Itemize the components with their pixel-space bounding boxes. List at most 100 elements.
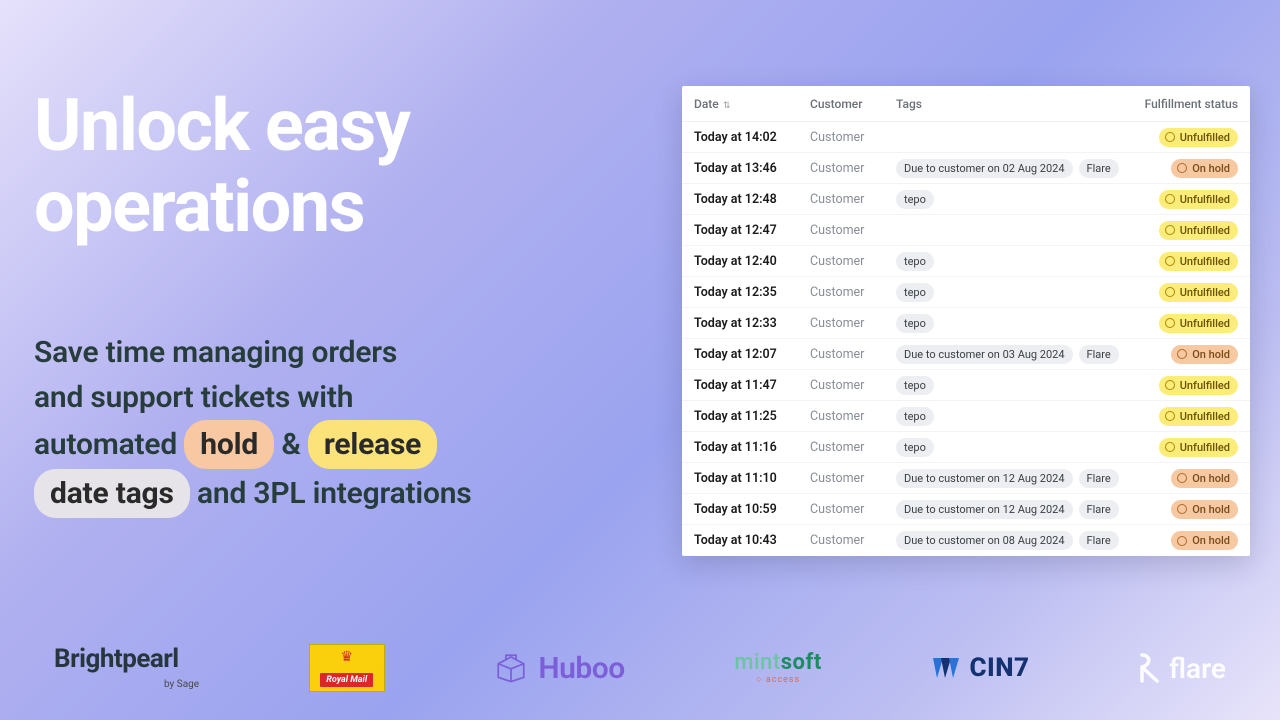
cell-date: Today at 10:59: [694, 502, 804, 517]
table-row[interactable]: Today at 12:48CustomertepoUnfulfilled: [682, 184, 1250, 215]
crown-icon: ♛: [340, 649, 353, 665]
cell-customer: Customer: [810, 161, 890, 176]
cell-customer: Customer: [810, 378, 890, 393]
cell-customer: Customer: [810, 502, 890, 517]
sub-text: Save time managing orders: [34, 335, 397, 370]
status-label: Unfulfilled: [1180, 131, 1230, 144]
status-label: On hold: [1192, 162, 1230, 175]
cell-tags: tepo: [896, 283, 1134, 302]
royal-mail-badge: ♛ Royal Mail: [309, 644, 385, 692]
status-label: On hold: [1192, 348, 1230, 361]
status-ring-icon: [1177, 536, 1187, 546]
status-badge: Unfulfilled: [1159, 314, 1238, 333]
cell-status: Unfulfilled: [1140, 128, 1238, 147]
cell-status: Unfulfilled: [1140, 190, 1238, 209]
cell-date: Today at 12:35: [694, 285, 804, 300]
cell-status: Unfulfilled: [1140, 376, 1238, 395]
logo-mintsoft: mintsoft ○ access: [734, 652, 821, 685]
col-header-date-label: Date: [694, 97, 719, 111]
tag-pill: Flare: [1079, 469, 1119, 488]
tag-pill: Due to customer on 08 Aug 2024: [896, 531, 1073, 550]
status-ring-icon: [1165, 411, 1175, 421]
tag-pill: Flare: [1079, 500, 1119, 519]
sort-icon[interactable]: ⇅: [719, 101, 731, 111]
status-ring-icon: [1165, 256, 1175, 266]
cell-tags: Due to customer on 08 Aug 2024Flare: [896, 531, 1134, 550]
status-label: Unfulfilled: [1180, 410, 1230, 423]
table-row[interactable]: Today at 11:25CustomertepoUnfulfilled: [682, 401, 1250, 432]
status-badge: Unfulfilled: [1159, 190, 1238, 209]
table-row[interactable]: Today at 10:59 Customer Due to customer on…: [682, 494, 1250, 525]
cell-date: Today at 12:47: [694, 223, 804, 238]
status-badge: Unfulfilled: [1159, 438, 1238, 457]
table-row[interactable]: Today at 12:47CustomerUnfulfilled: [682, 215, 1250, 246]
sub-text: and support tickets with: [34, 380, 353, 415]
huboo-wordmark: Huboo: [538, 651, 624, 686]
cell-date: Today at 11:10: [694, 471, 804, 486]
status-label: Unfulfilled: [1180, 224, 1230, 237]
brightpearl-wordmark: Brightpearl: [54, 646, 179, 672]
cell-status: Unfulfilled: [1140, 283, 1238, 302]
cell-date: Today at 11:47: [694, 378, 804, 393]
cell-status: Unfulfilled: [1140, 407, 1238, 426]
logo-flare: flare: [1139, 652, 1226, 685]
table-row[interactable]: Today at 11:16CustomertepoUnfulfilled: [682, 432, 1250, 463]
brightpearl-byline: by Sage: [54, 680, 199, 690]
tag-pill: Flare: [1079, 159, 1119, 178]
status-label: On hold: [1192, 534, 1230, 547]
table-row[interactable]: Today at 11:10 Customer Due to customer on…: [682, 463, 1250, 494]
sub-text: and 3PL integrations: [190, 476, 472, 511]
table-row[interactable]: Today at 11:47CustomertepoUnfulfilled: [682, 370, 1250, 401]
table-row[interactable]: Today at 12:33CustomertepoUnfulfilled: [682, 308, 1250, 339]
table-row[interactable]: Today at 12:35CustomertepoUnfulfilled: [682, 277, 1250, 308]
col-header-customer[interactable]: Customer: [810, 97, 890, 111]
cell-status: Unfulfilled: [1140, 221, 1238, 240]
tag-pill: Due to customer on 03 Aug 2024: [896, 345, 1073, 364]
col-header-date[interactable]: Date ⇅: [694, 97, 804, 111]
status-badge: Unfulfilled: [1159, 128, 1238, 147]
logo-royal-mail: ♛ Royal Mail: [309, 644, 385, 692]
col-header-status[interactable]: Fulfillment status: [1140, 97, 1238, 111]
cell-tags: tepo: [896, 314, 1134, 333]
cell-date: Today at 12:07: [694, 347, 804, 362]
table-row[interactable]: Today at 13:46CustomerDue to customer on…: [682, 153, 1250, 184]
cell-customer: Customer: [810, 130, 890, 145]
tag-pill: Due to customer on 12 Aug 2024: [896, 500, 1073, 519]
table-row[interactable]: Today at 12:07 Customer Due to customer on…: [682, 339, 1250, 370]
table-row[interactable]: Today at 14:02CustomerUnfulfilled: [682, 122, 1250, 153]
status-ring-icon: [1177, 504, 1187, 514]
status-badge: On hold: [1171, 531, 1238, 550]
cell-customer: Customer: [810, 471, 890, 486]
tag-pill: tepo: [896, 283, 934, 302]
status-badge: Unfulfilled: [1159, 376, 1238, 395]
status-label: Unfulfilled: [1180, 255, 1230, 268]
table-row[interactable]: Today at 10:43CustomerDue to customer on…: [682, 525, 1250, 556]
status-label: Unfulfilled: [1180, 441, 1230, 454]
status-label: Unfulfilled: [1180, 317, 1230, 330]
cell-status: Unfulfilled: [1140, 252, 1238, 271]
status-label: Unfulfilled: [1180, 193, 1230, 206]
tag-pill: tepo: [896, 407, 934, 426]
pill-release: release: [308, 420, 437, 469]
table-row[interactable]: Today at 12:40CustomertepoUnfulfilled: [682, 246, 1250, 277]
flare-wordmark: flare: [1169, 652, 1226, 685]
cin7-wordmark: CIN7: [969, 653, 1029, 683]
orders-table: Date ⇅ Customer Tags Fulfillment status …: [682, 86, 1250, 556]
status-ring-icon: [1165, 194, 1175, 204]
tag-pill: Due to customer on 02 Aug 2024: [896, 159, 1073, 178]
status-badge: Unfulfilled: [1159, 407, 1238, 426]
cell-date: Today at 12:48: [694, 192, 804, 207]
cin7-mark-icon: [931, 654, 961, 682]
status-badge: On hold: [1171, 469, 1238, 488]
cell-status: On hold: [1140, 469, 1238, 488]
col-header-tags[interactable]: Tags: [896, 97, 1134, 111]
status-ring-icon: [1177, 163, 1187, 173]
status-badge: Unfulfilled: [1159, 221, 1238, 240]
table-body: Today at 14:02CustomerUnfulfilledToday a…: [682, 122, 1250, 556]
tag-pill: tepo: [896, 438, 934, 457]
partner-logos: Brightpearl by Sage ♛ Royal Mail Huboo m…: [0, 644, 1280, 692]
logo-cin7: CIN7: [931, 653, 1029, 683]
cell-tags: tepo: [896, 407, 1134, 426]
cell-tags: Due to customer on 12 Aug 2024Flare: [896, 469, 1134, 488]
cell-customer: Customer: [810, 347, 890, 362]
